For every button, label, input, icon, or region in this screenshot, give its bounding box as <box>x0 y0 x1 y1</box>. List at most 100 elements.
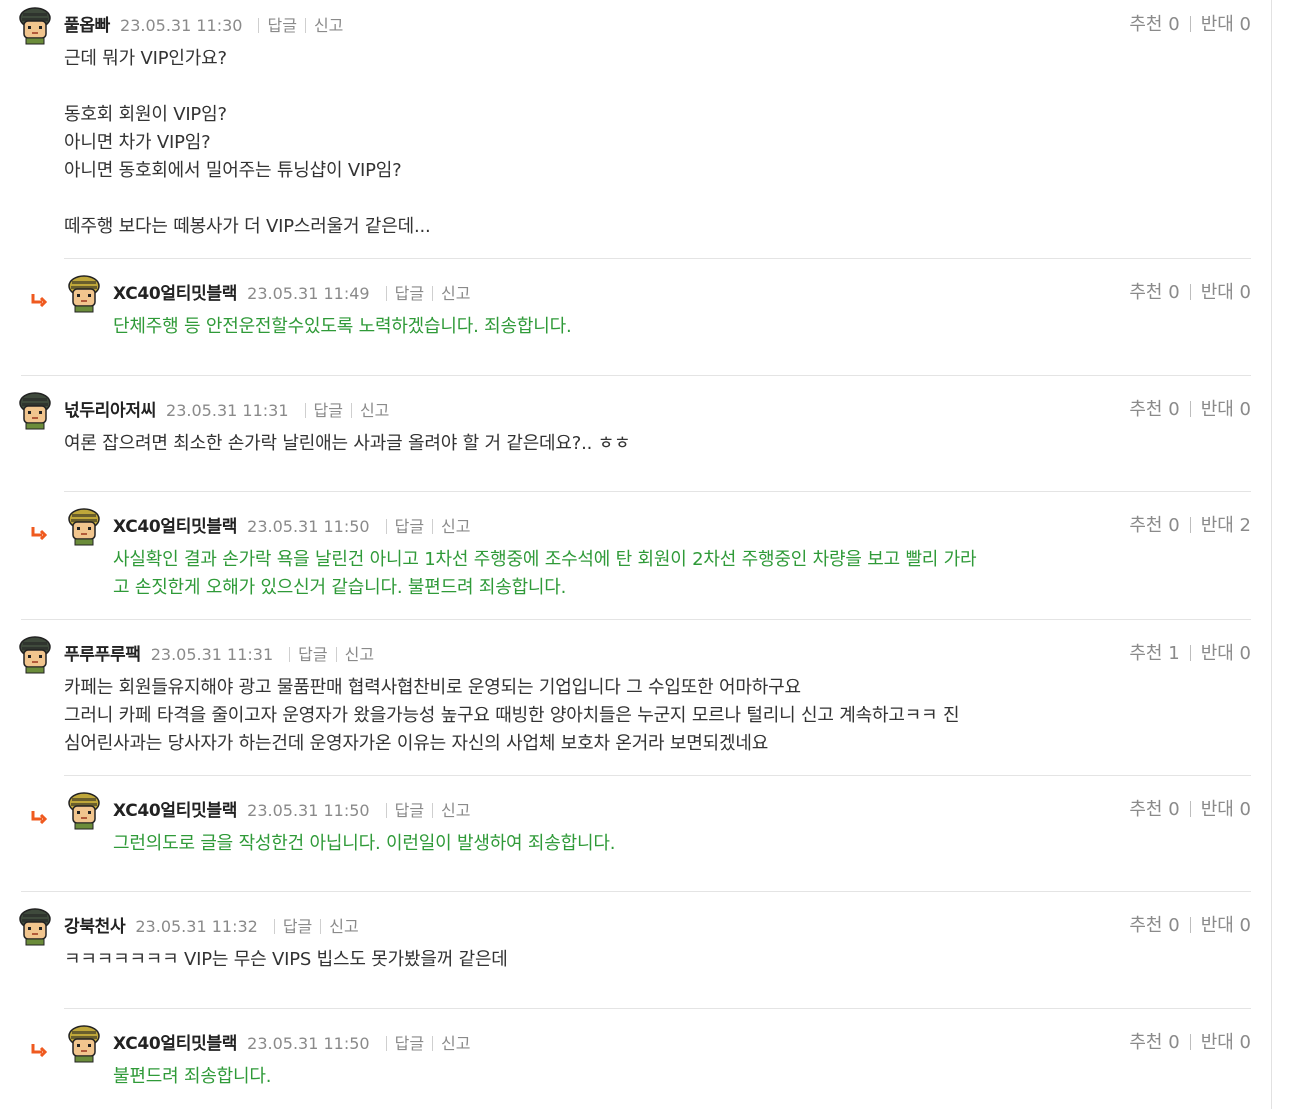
divider <box>304 403 306 418</box>
comment-meta: XC40얼티밋블랙 23.05.31 11:50 답글 신고 <box>113 796 471 821</box>
avatar[interactable] <box>17 636 53 674</box>
downvote-button[interactable]: 반대 0 <box>1201 795 1251 821</box>
upvote-button[interactable]: 추천 0 <box>1129 10 1179 36</box>
divider <box>432 519 434 534</box>
downvote-count: 0 <box>1239 1032 1251 1053</box>
comment-text: 사실확인 결과 손가락 욕을 날린건 아니고 1차선 주행중에 조수석에 탄 회… <box>113 549 977 598</box>
divider <box>385 519 387 534</box>
divider <box>304 18 306 33</box>
upvote-label: 추천 <box>1129 515 1163 536</box>
vote-area: 추천 0 반대 0 <box>1129 795 1251 821</box>
nickname[interactable]: 넋두리아저씨 <box>64 396 156 421</box>
vote-area: 추천 0 반대 0 <box>1129 278 1251 304</box>
comment-meta: XC40얼티밋블랙 23.05.31 11:50 답글 신고 <box>113 1029 471 1054</box>
divider <box>273 919 275 934</box>
vote-area: 추천 0 반대 2 <box>1129 511 1251 537</box>
reply-button[interactable]: 답글 <box>395 280 424 304</box>
upvote-button[interactable]: 추천 0 <box>1129 278 1179 304</box>
vote-area: 추천 1 반대 0 <box>1129 639 1251 665</box>
upvote-label: 추천 <box>1129 643 1163 664</box>
comment-text: 카페는 회원들유지해야 광고 물품판매 협력사협찬비로 운영되는 기업입니다 그… <box>64 677 960 754</box>
scrollbar-track[interactable] <box>1271 0 1272 1109</box>
avatar[interactable] <box>17 7 53 45</box>
reply-button[interactable]: 답글 <box>395 513 424 537</box>
downvote-count: 2 <box>1239 515 1251 536</box>
divider <box>385 1036 387 1051</box>
divider <box>385 286 387 301</box>
upvote-label: 추천 <box>1129 1032 1163 1053</box>
report-button[interactable]: 신고 <box>329 913 358 937</box>
downvote-button[interactable]: 반대 0 <box>1201 911 1251 937</box>
divider <box>432 286 434 301</box>
comment-date: 23.05.31 11:31 <box>150 645 274 664</box>
comment-meta: 풀옵빠 23.05.31 11:30 답글 신고 <box>64 11 343 36</box>
reply-button[interactable]: 답글 <box>298 641 327 665</box>
downvote-label: 반대 <box>1200 1032 1234 1053</box>
report-button[interactable]: 신고 <box>441 797 470 821</box>
reply-arrow-icon <box>31 292 48 308</box>
report-button[interactable]: 신고 <box>441 280 470 304</box>
downvote-count: 0 <box>1239 399 1251 420</box>
downvote-button[interactable]: 반대 0 <box>1201 639 1251 665</box>
comment-date: 23.05.31 11:31 <box>166 401 289 420</box>
comment-meta: 강북천사 23.05.31 11:32 답글 신고 <box>64 912 359 937</box>
nickname[interactable]: 강북천사 <box>64 912 126 937</box>
vote-area: 추천 0 반대 0 <box>1129 10 1251 36</box>
comment-date: 23.05.31 11:32 <box>135 917 258 936</box>
nickname[interactable]: XC40얼티밋블랙 <box>113 512 237 537</box>
reply-button[interactable]: 답글 <box>314 397 343 421</box>
avatar[interactable] <box>17 392 53 430</box>
avatar[interactable] <box>66 508 102 546</box>
downvote-label: 반대 <box>1200 399 1234 420</box>
report-button[interactable]: 신고 <box>441 1030 470 1054</box>
report-button[interactable]: 신고 <box>314 12 343 36</box>
comment-date: 23.05.31 11:30 <box>120 16 243 35</box>
nickname[interactable]: XC40얼티밋블랙 <box>113 796 237 821</box>
report-button[interactable]: 신고 <box>441 513 470 537</box>
comment-date: 23.05.31 11:50 <box>247 517 370 536</box>
upvote-button[interactable]: 추천 0 <box>1129 1028 1179 1054</box>
upvote-button[interactable]: 추천 0 <box>1129 511 1179 537</box>
nickname[interactable]: XC40얼티밋블랙 <box>113 1029 237 1054</box>
downvote-button[interactable]: 반대 0 <box>1201 278 1251 304</box>
comment-text: 불편드려 죄송합니다. <box>113 1066 272 1087</box>
nickname[interactable]: 푸루푸루팩 <box>64 640 141 665</box>
reply-button[interactable]: 답글 <box>395 1030 424 1054</box>
reply-arrow-icon <box>31 809 48 825</box>
comment-text: 단체주행 등 안전운전할수있도록 노력하겠습니다. 죄송합니다. <box>113 316 572 337</box>
downvote-label: 반대 <box>1200 282 1234 303</box>
vote-area: 추천 0 반대 0 <box>1129 1028 1251 1054</box>
report-button[interactable]: 신고 <box>360 397 389 421</box>
divider <box>350 403 352 418</box>
comment-text: 여론 잡으려면 최소한 손가락 날린애는 사과글 올려야 할 거 같은데요?..… <box>64 433 631 454</box>
upvote-button[interactable]: 추천 0 <box>1129 911 1179 937</box>
avatar[interactable] <box>17 908 53 946</box>
downvote-button[interactable]: 반대 0 <box>1201 395 1251 421</box>
comment-meta: XC40얼티밋블랙 23.05.31 11:50 답글 신고 <box>113 512 471 537</box>
divider <box>1189 645 1191 661</box>
avatar[interactable] <box>66 275 102 313</box>
comment-text: ㅋㅋㅋㅋㅋㅋㅋ VIP는 무슨 VIPS 빕스도 못가봤을꺼 같은데 <box>64 949 508 970</box>
comment-meta: XC40얼티밋블랙 23.05.31 11:49 답글 신고 <box>113 279 471 304</box>
report-button[interactable]: 신고 <box>345 641 374 665</box>
avatar[interactable] <box>66 1025 102 1063</box>
downvote-button[interactable]: 반대 0 <box>1201 10 1251 36</box>
upvote-label: 추천 <box>1129 915 1163 936</box>
upvote-count: 0 <box>1168 515 1180 536</box>
divider <box>289 647 291 662</box>
reply-button[interactable]: 답글 <box>267 12 296 36</box>
upvote-label: 추천 <box>1129 14 1163 35</box>
comment-divider <box>21 891 1251 892</box>
avatar[interactable] <box>66 792 102 830</box>
downvote-button[interactable]: 반대 2 <box>1201 511 1251 537</box>
upvote-button[interactable]: 추천 0 <box>1129 795 1179 821</box>
reply-button[interactable]: 답글 <box>283 913 312 937</box>
downvote-count: 0 <box>1239 14 1251 35</box>
upvote-button[interactable]: 추천 0 <box>1129 395 1179 421</box>
downvote-count: 0 <box>1239 282 1251 303</box>
downvote-button[interactable]: 반대 0 <box>1201 1028 1251 1054</box>
nickname[interactable]: XC40얼티밋블랙 <box>113 279 237 304</box>
nickname[interactable]: 풀옵빠 <box>64 11 110 36</box>
upvote-button[interactable]: 추천 1 <box>1129 639 1179 665</box>
reply-button[interactable]: 답글 <box>395 797 424 821</box>
